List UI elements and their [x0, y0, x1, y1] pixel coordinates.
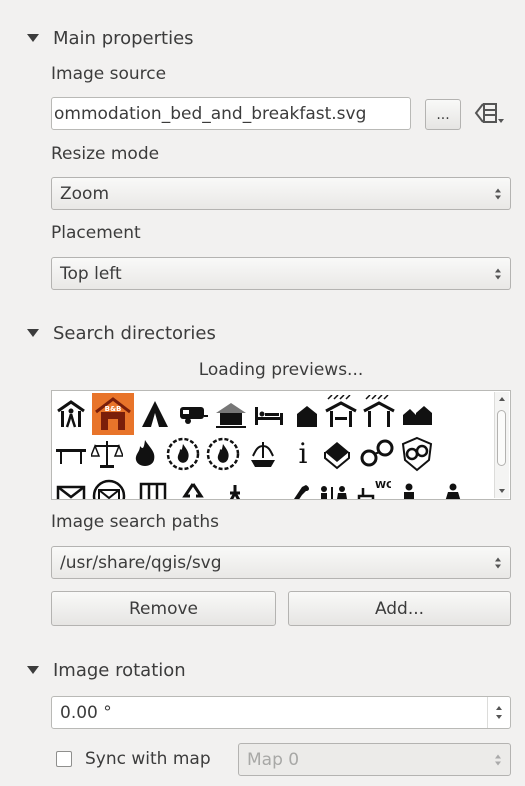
handcuffs-icon[interactable]	[358, 435, 396, 473]
recycling-icon[interactable]	[176, 479, 210, 499]
toilets-wc-icon[interactable]: WC	[354, 475, 392, 499]
camping-tent-icon[interactable]	[138, 397, 172, 431]
svg-text:B&B: B&B	[105, 405, 122, 413]
fire-station-icon[interactable]	[164, 435, 202, 473]
map-select[interactable]: Map 0	[238, 743, 511, 776]
icon-grid-scrollbar[interactable]	[494, 392, 509, 498]
scrollbar-thumb[interactable]	[497, 410, 506, 466]
resize-mode-select[interactable]: Zoom	[51, 177, 511, 210]
svg-text:WC: WC	[375, 480, 391, 491]
add-button[interactable]: Add...	[288, 591, 511, 626]
updown-arrows-icon	[495, 557, 501, 568]
updown-arrows-icon	[495, 188, 501, 199]
spin-up-icon[interactable]	[496, 706, 502, 710]
sync-with-map-checkbox[interactable]	[56, 751, 72, 767]
svg-icon-grid[interactable]: B&B i W	[51, 390, 511, 500]
fountain-icon[interactable]	[246, 437, 280, 471]
spin-down-icon[interactable]	[496, 715, 502, 719]
shelter-rain-icon[interactable]	[324, 395, 358, 429]
image-search-path-value: /usr/share/qgis/svg	[60, 552, 222, 573]
picnic-bench-icon[interactable]	[54, 437, 88, 471]
telephone-icon[interactable]	[282, 479, 316, 499]
resize-mode-label: Resize mode	[51, 144, 160, 164]
toilets-female-icon[interactable]	[436, 479, 470, 499]
resize-mode-value: Zoom	[60, 183, 110, 204]
collapse-triangle-icon[interactable]	[27, 34, 39, 42]
hostel-bed-icon[interactable]	[252, 397, 286, 431]
placement-label: Placement	[51, 223, 141, 243]
image-source-label: Image source	[51, 64, 167, 84]
library-icon[interactable]	[320, 437, 354, 471]
scales-justice-icon[interactable]	[90, 437, 124, 471]
fire-icon[interactable]	[128, 437, 162, 471]
survey-point-icon[interactable]	[218, 479, 252, 499]
information-icon[interactable]: i	[286, 437, 320, 471]
map-select-value: Map 0	[247, 749, 300, 770]
updown-arrows-icon	[495, 268, 501, 279]
image-source-input[interactable]: ommodation_bed_and_breakfast.svg	[51, 97, 411, 130]
remove-button[interactable]: Remove	[51, 591, 276, 626]
image-rotation-value: 0.00 °	[60, 702, 112, 723]
prison-icon[interactable]	[136, 479, 170, 499]
toilets-icon[interactable]	[316, 479, 350, 499]
houses-icon[interactable]	[400, 397, 434, 431]
fire-station-2-icon[interactable]	[204, 435, 242, 473]
caravan-icon[interactable]	[176, 397, 210, 431]
chalet-icon[interactable]	[214, 397, 248, 431]
sync-with-map-label: Sync with map	[85, 749, 211, 769]
search-directories-title: Search directories	[53, 322, 216, 344]
image-rotation-header[interactable]: Image rotation	[27, 659, 186, 681]
hiker-icon[interactable]	[54, 397, 88, 431]
scroll-down-icon[interactable]	[499, 489, 505, 493]
toilets-male-icon[interactable]	[392, 479, 426, 499]
spin-buttons[interactable]	[487, 697, 510, 728]
shelter-icon[interactable]	[362, 395, 396, 429]
search-directories-header[interactable]: Search directories	[27, 322, 216, 344]
house-icon[interactable]	[290, 397, 324, 431]
browse-button[interactable]: ...	[425, 99, 461, 130]
placement-select[interactable]: Top left	[51, 257, 511, 290]
main-properties-header[interactable]: Main properties	[27, 27, 194, 49]
collapse-triangle-icon[interactable]	[27, 329, 39, 337]
loading-previews-text: Loading previews...	[198, 360, 364, 380]
police-icon[interactable]	[398, 435, 436, 473]
image-rotation-title: Image rotation	[53, 659, 186, 681]
mail-icon[interactable]	[54, 479, 88, 499]
image-rotation-spinbox[interactable]: 0.00 °	[51, 696, 511, 729]
updown-arrows-icon	[495, 754, 501, 765]
collapse-triangle-icon[interactable]	[27, 666, 39, 674]
scroll-up-icon[interactable]	[499, 397, 505, 401]
image-search-paths-select[interactable]: /usr/share/qgis/svg	[51, 546, 511, 579]
placement-value: Top left	[60, 263, 122, 284]
bed-and-breakfast-icon[interactable]: B&B	[92, 393, 134, 435]
main-properties-title: Main properties	[53, 27, 194, 49]
data-defined-override-icon[interactable]	[474, 100, 508, 126]
post-office-icon[interactable]	[90, 477, 128, 499]
image-search-paths-label: Image search paths	[51, 512, 220, 532]
